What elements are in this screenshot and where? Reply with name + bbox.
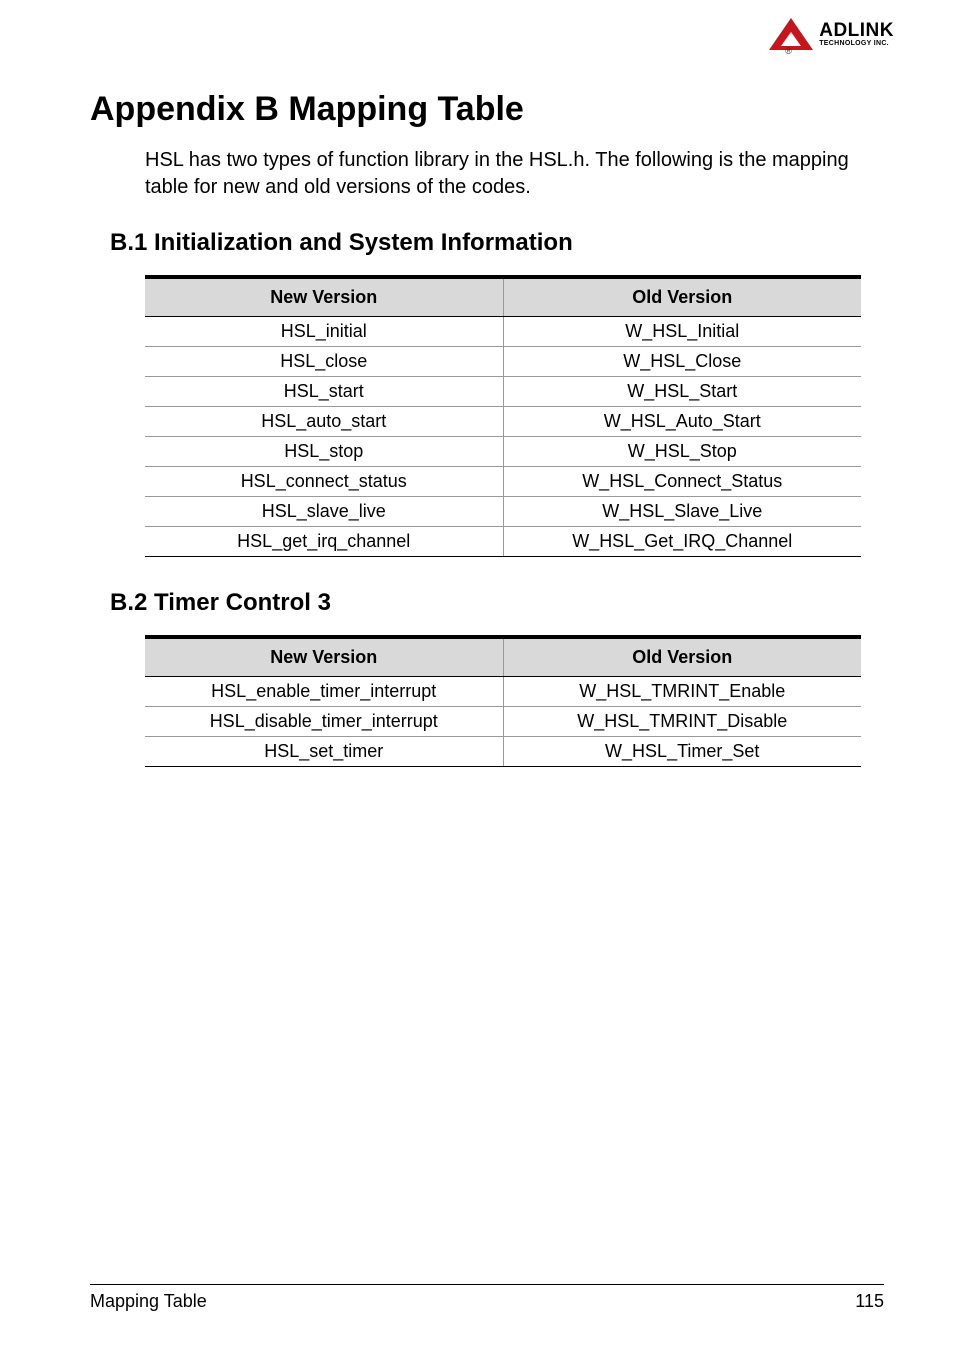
table-row: HSL_stopW_HSL_Stop [145,437,861,467]
cell-old: W_HSL_TMRINT_Disable [503,707,861,737]
cell-old: W_HSL_Initial [503,317,861,347]
cell-new: HSL_disable_timer_interrupt [145,707,503,737]
table-row: HSL_get_irq_channelW_HSL_Get_IRQ_Channel [145,527,861,557]
intro-paragraph: HSL has two types of function library in… [145,147,884,201]
cell-new: HSL_connect_status [145,467,503,497]
table-row: HSL_enable_timer_interruptW_HSL_TMRINT_E… [145,677,861,707]
table-row: HSL_auto_startW_HSL_Auto_Start [145,407,861,437]
cell-old: W_HSL_TMRINT_Enable [503,677,861,707]
cell-old: W_HSL_Auto_Start [503,407,861,437]
table-row: HSL_set_timerW_HSL_Timer_Set [145,737,861,767]
cell-new: HSL_get_irq_channel [145,527,503,557]
cell-old: W_HSL_Close [503,347,861,377]
cell-new: HSL_stop [145,437,503,467]
cell-new: HSL_close [145,347,503,377]
cell-old: W_HSL_Slave_Live [503,497,861,527]
table-header-new: New Version [145,277,503,317]
registered-mark: ® [785,46,792,56]
table-row: HSL_startW_HSL_Start [145,377,861,407]
brand-logo: ® ADLINK TECHNOLOGY INC. [769,18,894,50]
section-b1-heading: B.1 Initialization and System Informatio… [110,229,884,257]
table-row: HSL_closeW_HSL_Close [145,347,861,377]
table-row: HSL_connect_statusW_HSL_Connect_Status [145,467,861,497]
table-b2: New Version Old Version HSL_enable_timer… [145,635,861,767]
table-header-old: Old Version [503,637,861,677]
table-row: HSL_slave_liveW_HSL_Slave_Live [145,497,861,527]
cell-new: HSL_set_timer [145,737,503,767]
table-b1: New Version Old Version HSL_initialW_HSL… [145,275,861,557]
cell-old: W_HSL_Timer_Set [503,737,861,767]
page-title: Appendix B Mapping Table [90,90,884,129]
footer-page-number: 115 [855,1291,884,1312]
table-header-new: New Version [145,637,503,677]
table-row: HSL_disable_timer_interruptW_HSL_TMRINT_… [145,707,861,737]
cell-old: W_HSL_Start [503,377,861,407]
cell-old: W_HSL_Get_IRQ_Channel [503,527,861,557]
page-footer: Mapping Table 115 [90,1284,884,1312]
footer-left: Mapping Table [90,1291,207,1312]
cell-new: HSL_start [145,377,503,407]
logo-main-text: ADLINK [819,21,894,40]
cell-old: W_HSL_Stop [503,437,861,467]
cell-old: W_HSL_Connect_Status [503,467,861,497]
cell-new: HSL_auto_start [145,407,503,437]
table-row: HSL_initialW_HSL_Initial [145,317,861,347]
section-b2-heading: B.2 Timer Control 3 [110,589,884,617]
cell-new: HSL_initial [145,317,503,347]
logo-sub-text: TECHNOLOGY INC. [819,40,894,47]
cell-new: HSL_enable_timer_interrupt [145,677,503,707]
table-header-old: Old Version [503,277,861,317]
cell-new: HSL_slave_live [145,497,503,527]
